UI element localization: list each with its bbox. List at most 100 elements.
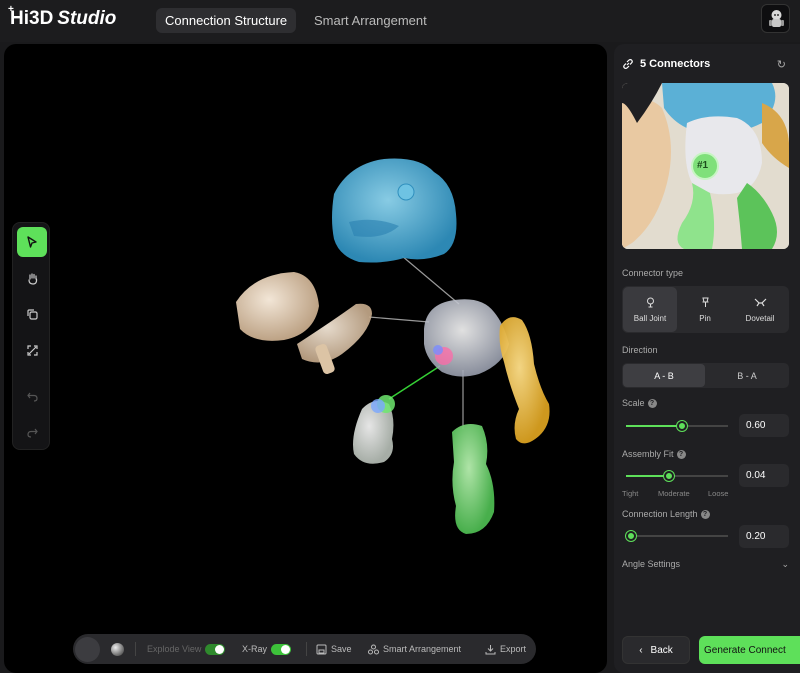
sphere-material-icon [111, 642, 124, 656]
material-sphere-button[interactable] [111, 634, 124, 664]
model-leg-right-part [452, 424, 495, 534]
smart-arrangement-button[interactable]: Smart Arrangement [368, 634, 461, 664]
ball-joint-label: Ball Joint [633, 313, 667, 323]
assembly-fit-label: Assembly Fit? [622, 449, 686, 460]
logo-sub: Studio [57, 8, 117, 29]
xray-label: X-Ray [242, 644, 268, 654]
select-cursor-icon [27, 236, 37, 248]
assembly-fit-slider-fill [626, 475, 669, 477]
fit-view-icon [26, 344, 38, 356]
link-weapon [368, 316, 430, 323]
export-icon [485, 644, 496, 654]
assembly-fit-label-text: Assembly Fit [622, 449, 674, 459]
help-icon[interactable]: ? [676, 450, 686, 460]
save-icon [316, 644, 327, 654]
rotate-tool-button[interactable] [17, 299, 47, 329]
back-button[interactable]: ‹ Back [622, 636, 690, 664]
model-head-part [332, 158, 457, 263]
model-torso-part [424, 299, 509, 377]
connector-type-label: Connector type [622, 268, 684, 278]
explode-view-label: Explode View [147, 644, 202, 654]
tab-connection-structure[interactable]: Connection Structure [156, 8, 297, 33]
connection-length-value-input[interactable]: 0.20 [739, 525, 789, 548]
connection-length-slider[interactable] [626, 531, 728, 541]
robot-avatar-icon [769, 10, 784, 27]
ball-joint-icon [646, 297, 654, 307]
hand-pan-icon [27, 272, 37, 285]
scale-slider-knob[interactable] [677, 421, 688, 431]
redo-icon [26, 428, 38, 438]
angle-settings-label: Angle Settings [622, 559, 681, 569]
explode-view-toggle[interactable] [205, 643, 226, 655]
bottom-toolbar: Explode View X-Ray Save Smart Arrangemen… [73, 634, 536, 664]
save-button[interactable]: Save [316, 634, 352, 664]
connection-length-label-text: Connection Length [622, 509, 698, 519]
panel-title: 5 Connectors [640, 58, 711, 70]
link-icon [623, 59, 633, 69]
connection-length-slider-knob[interactable] [626, 531, 637, 541]
chevron-left-icon: ‹ [639, 644, 643, 656]
help-icon[interactable]: ? [700, 510, 710, 520]
connection-length-label: Connection Length? [622, 509, 710, 520]
logo-plus: + [8, 4, 14, 15]
panel-header: 5 Connectors [622, 58, 710, 70]
help-icon[interactable]: ? [647, 399, 657, 409]
logo-main: Hi3D [10, 8, 54, 29]
user-avatar[interactable] [761, 4, 790, 33]
app-logo[interactable]: + Hi3D Studio [8, 4, 117, 30]
direction-b-a[interactable]: B - A [706, 364, 788, 387]
direction-group: A - B B - A [622, 363, 789, 388]
dovetail-icon [754, 298, 766, 306]
material-dark-button[interactable] [75, 634, 100, 664]
direction-a-b[interactable]: A - B [623, 364, 705, 387]
export-label: Export [500, 644, 527, 654]
connector-type-pin[interactable]: Pin [678, 287, 732, 332]
tab-smart-arrangement[interactable]: Smart Arrangement [305, 8, 436, 33]
direction-label: Direction [622, 345, 658, 355]
xray-control[interactable]: X-Ray [242, 634, 292, 664]
undo-button[interactable] [17, 381, 47, 411]
scale-label: Scale? [622, 398, 657, 409]
3d-viewport[interactable] [4, 44, 607, 673]
top-bar: + Hi3D Studio Connection Structure Smart … [0, 0, 800, 42]
xray-toggle[interactable] [271, 643, 292, 655]
save-label: Save [331, 644, 352, 654]
model-arm-part [499, 317, 550, 444]
pin-icon [701, 297, 709, 307]
model-weapon-part [236, 272, 319, 341]
smart-arrangement-label: Smart Arrangement [383, 644, 462, 654]
connector-type-dovetail[interactable]: Dovetail [733, 287, 787, 332]
pan-tool-button[interactable] [17, 263, 47, 293]
fit-loose-label: Loose [708, 489, 729, 498]
rotate-icon [26, 308, 38, 320]
assembly-fit-value-input[interactable]: 0.04 [739, 464, 789, 487]
chevron-down-icon: ⌄ [781, 559, 789, 569]
arrange-icon [368, 644, 379, 654]
connector-panel: 5 Connectors ↻ #1 Connector type Ball Jo… [614, 44, 800, 673]
fit-moderate-label: Moderate [658, 489, 690, 498]
model-scene [236, 158, 550, 534]
assembly-fit-slider[interactable] [626, 471, 728, 481]
dark-material-icon [75, 636, 100, 662]
generate-connectors-button[interactable]: Generate Connect [699, 636, 800, 664]
connector-preview[interactable]: #1 [622, 83, 789, 249]
select-tool-button[interactable] [17, 227, 47, 257]
scale-slider-fill [626, 425, 683, 427]
scale-slider[interactable] [626, 421, 728, 431]
fit-view-button[interactable] [17, 335, 47, 365]
scale-label-text: Scale [622, 398, 645, 408]
connector-type-group: Ball Joint Pin Dovetail [622, 286, 789, 333]
angle-settings-toggle[interactable]: Angle Settings ⌄ [622, 559, 789, 569]
export-button[interactable]: Export [485, 634, 526, 664]
scale-value-input[interactable]: 0.60 [739, 414, 789, 437]
refresh-icon[interactable]: ↻ [777, 58, 786, 71]
explode-view-control[interactable]: Explode View [147, 634, 226, 664]
pin-label: Pin [699, 313, 711, 323]
connector-type-ball-joint[interactable]: Ball Joint [623, 287, 677, 332]
left-toolbar [12, 222, 50, 450]
redo-button[interactable] [17, 417, 47, 447]
link-selected [388, 365, 441, 400]
divider [135, 642, 136, 656]
dovetail-label: Dovetail [745, 313, 775, 323]
assembly-fit-slider-knob[interactable] [663, 471, 674, 481]
